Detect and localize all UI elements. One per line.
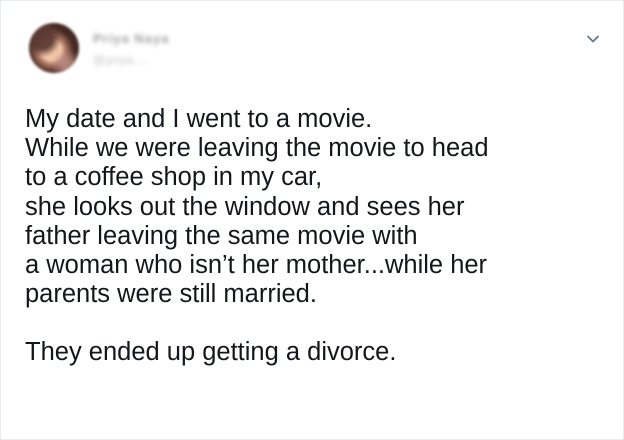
- tweet-line: My date and I went to a movie.: [25, 105, 373, 133]
- display-name[interactable]: Priya Naya: [93, 31, 213, 47]
- tweet-line: to a coffee shop in my car,: [25, 163, 323, 192]
- tweet-card: Priya Naya @prya... My date and I went t…: [0, 0, 624, 440]
- menu-chevron-button[interactable]: [585, 31, 601, 47]
- tweet-line: father leaving the same movie with: [25, 221, 418, 250]
- tweet-text: My date and I went to a movie. While we …: [25, 105, 605, 368]
- avatar[interactable]: [29, 23, 79, 73]
- tweet-line: parents were still married.: [25, 280, 317, 309]
- user-handle[interactable]: @prya...: [93, 53, 193, 69]
- tweet-line: she looks out the window and sees her: [25, 192, 465, 221]
- tweet-line: While we were leaving the movie to head: [25, 134, 489, 163]
- tweet-line: They ended up getting a divorce.: [25, 338, 397, 367]
- chevron-down-icon: [587, 35, 599, 43]
- tweet-line: a woman who isn’t her mother...while her: [25, 251, 488, 280]
